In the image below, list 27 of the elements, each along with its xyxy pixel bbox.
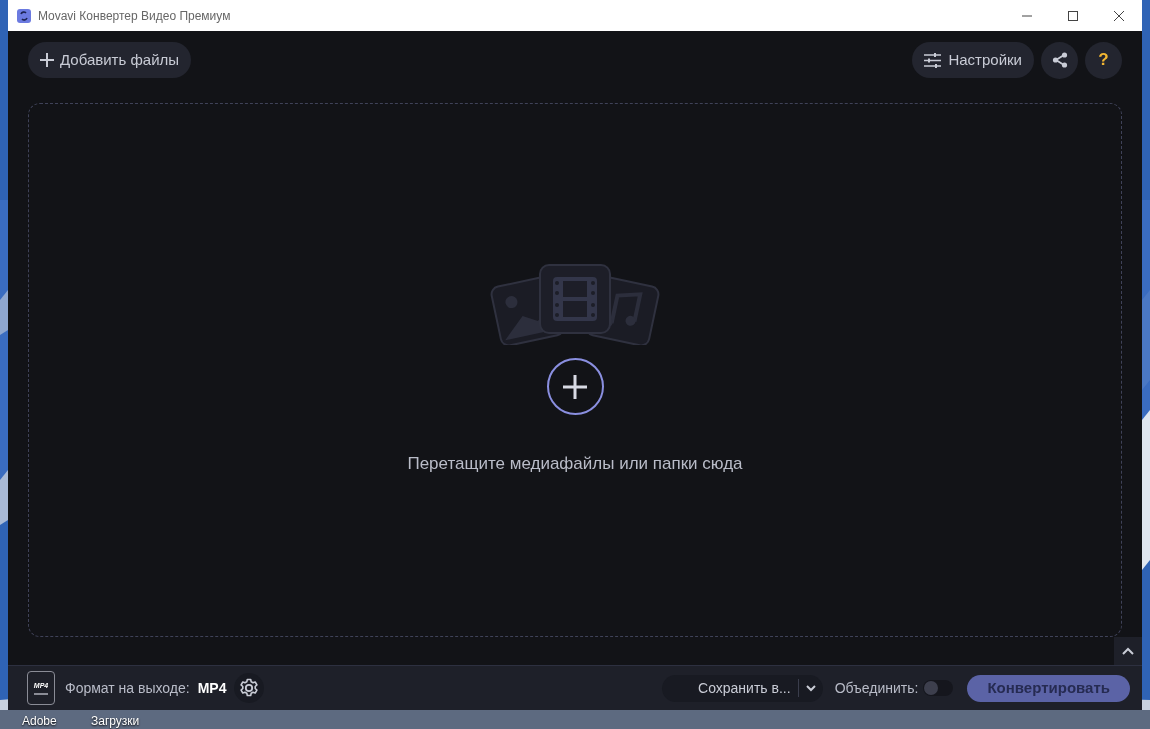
window-title: Movavi Конвертер Видео Премиум: [38, 7, 231, 25]
plus-icon: [563, 374, 587, 399]
share-icon: [1051, 52, 1068, 68]
settings-button[interactable]: Настройки: [912, 42, 1034, 78]
help-button[interactable]: ?: [1085, 41, 1122, 79]
merge-toggle[interactable]: [923, 680, 954, 696]
close-icon: [1114, 10, 1124, 21]
drop-zone[interactable]: Перетащите медиафайлы или папки сюда: [28, 103, 1122, 637]
sliders-icon: [924, 52, 942, 68]
add-button[interactable]: [546, 358, 604, 416]
add-files-button[interactable]: Добавить файлы: [28, 42, 192, 78]
share-button[interactable]: [1041, 41, 1078, 79]
scroll-up-button[interactable]: [1114, 637, 1142, 665]
chevron-up-icon: [1122, 647, 1134, 655]
format-settings-button[interactable]: [233, 673, 264, 703]
chevron-down-icon: [805, 684, 816, 692]
drop-hint: Перетащите медиафайлы или папки сюда: [407, 453, 743, 476]
app-icon: [17, 8, 31, 23]
save-to-dropdown[interactable]: Сохранить в...: [661, 674, 823, 702]
format-value: MP4: [197, 678, 227, 698]
maximize-icon: [1068, 10, 1078, 21]
desktop-icon-label[interactable]: Adobe: [22, 713, 57, 729]
plus-icon: [40, 53, 54, 67]
desktop-icon-label[interactable]: Загрузки: [91, 713, 140, 729]
format-label: Формат на выходе:: [65, 678, 190, 698]
gear-icon: [238, 678, 259, 698]
merge-label: Объединить:: [834, 678, 919, 698]
